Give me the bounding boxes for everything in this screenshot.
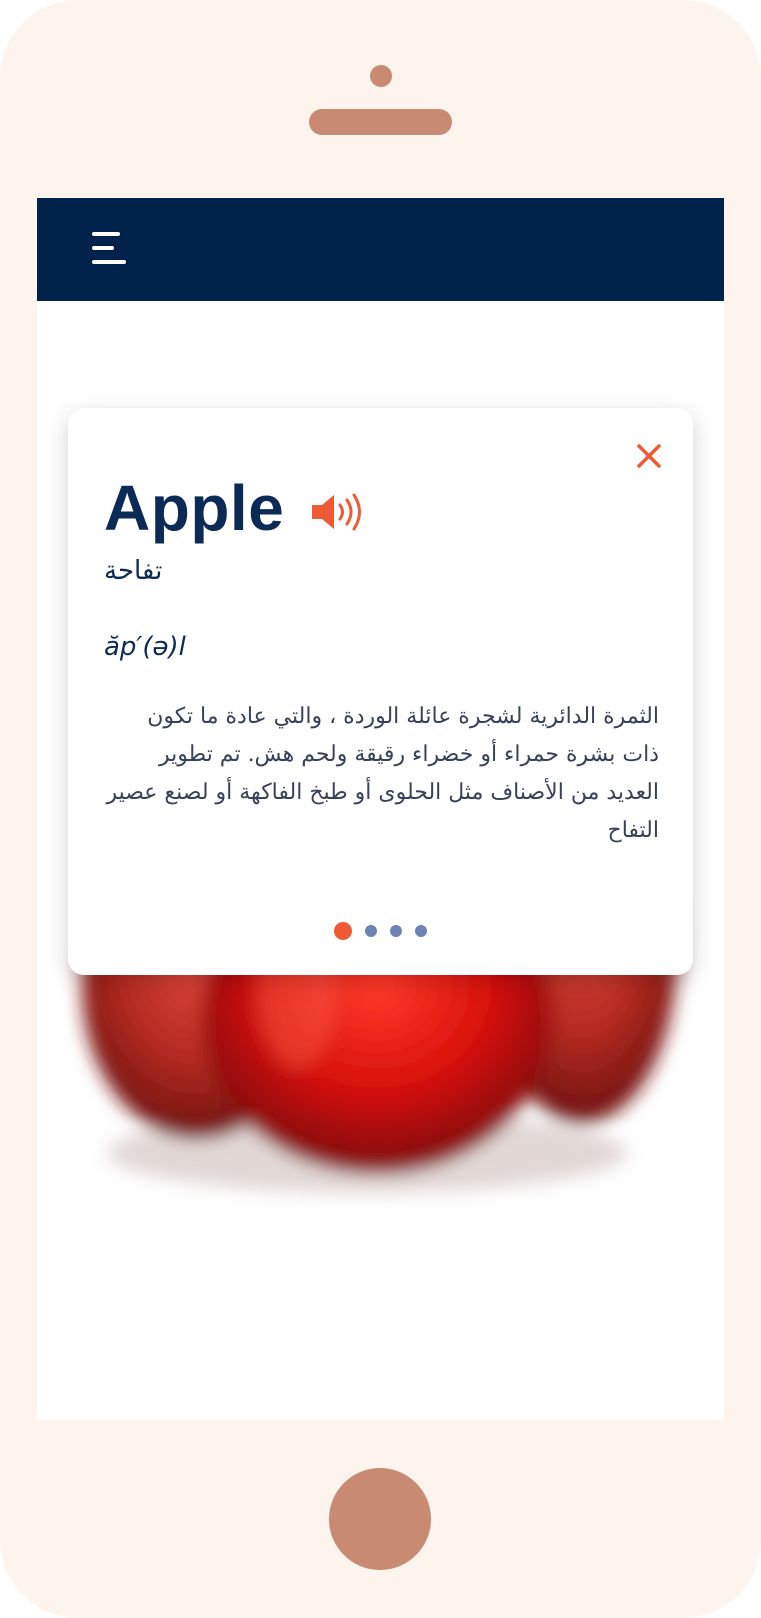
- hamburger-menu-icon[interactable]: [92, 232, 128, 268]
- top-app-bar: [37, 198, 724, 301]
- phone-frame: Apple تفاحة ăp′(ə)l الثمرة الدائرية لشجر…: [0, 0, 761, 1618]
- word-definition: الثمرة الدائرية لشجرة عائلة الوردة ، وال…: [106, 704, 659, 843]
- app-screen: Apple تفاحة ăp′(ə)l الثمرة الدائرية لشجر…: [37, 198, 724, 1420]
- earpiece-speaker: [309, 109, 452, 135]
- word-row: Apple: [104, 476, 364, 540]
- pagination-dot-2[interactable]: [365, 925, 377, 937]
- word-title: Apple: [104, 472, 285, 544]
- pagination-dot-1[interactable]: [334, 922, 352, 940]
- front-camera: [370, 65, 392, 87]
- pagination-dot-3[interactable]: [390, 925, 402, 937]
- pagination-dots: [68, 922, 693, 940]
- close-icon[interactable]: [635, 442, 663, 470]
- word-card: Apple تفاحة ăp′(ə)l الثمرة الدائرية لشجر…: [68, 408, 693, 975]
- pagination-dot-4[interactable]: [415, 925, 427, 937]
- speaker-icon[interactable]: [310, 492, 364, 532]
- word-phonetic: ăp′(ə)l: [104, 632, 186, 662]
- home-button[interactable]: [329, 1468, 431, 1570]
- word-translation: تفاحة: [104, 556, 163, 586]
